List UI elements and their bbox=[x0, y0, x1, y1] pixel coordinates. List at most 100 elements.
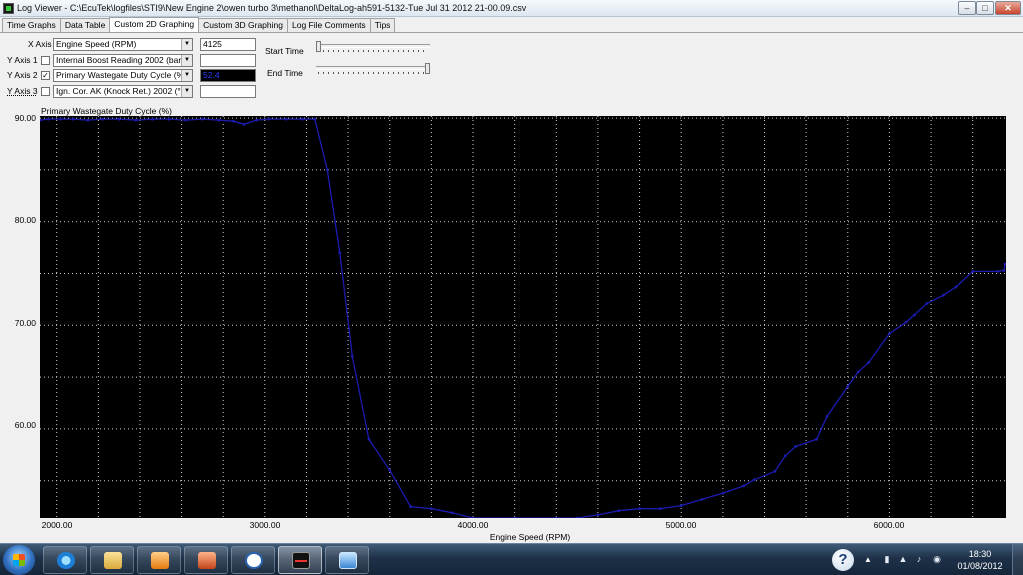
data-point bbox=[913, 313, 916, 317]
y-axis-2-select-value: Primary Wastegate Duty Cycle (%) bbox=[56, 70, 187, 80]
x-tick-label: 2000.00 bbox=[41, 520, 73, 530]
data-point bbox=[201, 117, 204, 121]
minimize-button[interactable]: – bbox=[958, 1, 976, 15]
data-point bbox=[134, 118, 138, 122]
taskbar-file-explorer[interactable] bbox=[90, 546, 134, 574]
data-point bbox=[284, 117, 288, 121]
presentation-icon bbox=[198, 552, 216, 569]
tab-data-table[interactable]: Data Table bbox=[59, 18, 111, 32]
end-time-track bbox=[316, 66, 430, 70]
chevron-down-icon[interactable]: ▼ bbox=[181, 86, 192, 97]
start-time-thumb[interactable] bbox=[316, 41, 321, 52]
start-button-icon[interactable] bbox=[3, 545, 35, 575]
data-point bbox=[794, 445, 798, 448]
tab-custom-2d-graphing[interactable]: Custom 2D Graphing bbox=[109, 17, 200, 32]
x-axis-select[interactable]: Engine Speed (RPM) ▼ bbox=[53, 38, 193, 51]
data-point bbox=[825, 415, 829, 418]
signal-icon[interactable]: ▲ bbox=[898, 554, 908, 565]
y-axis-2-readout: 52.4 bbox=[200, 69, 256, 82]
x-tick-label: 3000.00 bbox=[249, 520, 281, 530]
network-icon[interactable]: ◉ bbox=[932, 554, 942, 565]
data-point bbox=[867, 361, 870, 364]
y-axis-2-checkbox[interactable]: ✓ bbox=[41, 71, 50, 80]
data-point bbox=[1003, 262, 1006, 266]
clock-time: 18:30 bbox=[968, 549, 992, 559]
data-point bbox=[679, 504, 683, 507]
clock[interactable]: 18:30 01/08/2012 bbox=[954, 548, 1006, 572]
chevron-down-icon[interactable]: ▼ bbox=[181, 55, 192, 66]
data-point bbox=[388, 468, 392, 472]
data-point bbox=[232, 119, 236, 123]
data-point bbox=[86, 118, 90, 122]
data-point bbox=[942, 293, 945, 297]
data-point bbox=[554, 516, 558, 518]
y-axis-2-label: Y Axis 2 bbox=[7, 70, 38, 80]
y-axis-1-select[interactable]: Internal Boost Reading 2002 (bar) ▼ bbox=[53, 54, 193, 67]
x-axis-select-value: Engine Speed (RPM) bbox=[56, 39, 137, 49]
data-point bbox=[752, 478, 756, 482]
tab-tips[interactable]: Tips bbox=[369, 18, 396, 32]
chevron-down-icon[interactable]: ▼ bbox=[181, 70, 192, 81]
data-point bbox=[783, 454, 787, 458]
data-point bbox=[846, 385, 850, 388]
x-axis-label: X Axis bbox=[28, 39, 52, 49]
taskbar: ? ▲ ▮ ▲ ♪ ◉ 18:30 01/08/2012 bbox=[0, 543, 1023, 575]
data-point bbox=[742, 484, 746, 488]
chart-plot-area[interactable] bbox=[40, 116, 1006, 518]
data-point bbox=[721, 491, 725, 495]
data-point bbox=[638, 507, 641, 511]
taskbar-media-player[interactable] bbox=[137, 546, 181, 574]
chevron-down-icon[interactable]: ▼ bbox=[181, 39, 192, 50]
taskbar-hp[interactable] bbox=[231, 546, 275, 574]
taskbar-presentation[interactable] bbox=[184, 546, 228, 574]
maximize-button[interactable]: □ bbox=[976, 1, 994, 15]
taskbar-internet-explorer[interactable] bbox=[43, 546, 87, 574]
folder-icon bbox=[104, 552, 122, 569]
taskbar-log-viewer[interactable] bbox=[278, 546, 322, 574]
y-tick-label: 90.00 bbox=[14, 113, 36, 123]
data-point bbox=[996, 270, 1000, 273]
data-point bbox=[367, 437, 371, 441]
data-point bbox=[101, 117, 104, 121]
taskbar-window[interactable] bbox=[325, 546, 369, 574]
hp-icon bbox=[245, 552, 263, 569]
data-point bbox=[325, 168, 329, 172]
tab-log-file-comments[interactable]: Log File Comments bbox=[286, 18, 371, 32]
y-axis-2-select[interactable]: Primary Wastegate Duty Cycle (%) ▼ bbox=[53, 69, 193, 82]
show-desktop-button[interactable] bbox=[1012, 544, 1023, 575]
start-time-slider[interactable] bbox=[312, 41, 430, 55]
clock-date: 01/08/2012 bbox=[957, 561, 1003, 571]
data-point bbox=[350, 355, 354, 358]
chart-title: Primary Wastegate Duty Cycle (%) bbox=[41, 106, 172, 116]
data-point bbox=[815, 437, 818, 441]
data-point bbox=[700, 498, 704, 501]
end-time-ticks bbox=[318, 72, 428, 74]
close-button[interactable]: ✕ bbox=[995, 1, 1021, 15]
data-point bbox=[184, 118, 188, 122]
title-bar: Log Viewer - C:\EcuTek\logfiles\STI9\New… bbox=[0, 0, 1023, 17]
internet-explorer-icon bbox=[57, 552, 75, 569]
y-axis-3-readout bbox=[200, 85, 256, 98]
end-time-label: End Time bbox=[267, 68, 303, 78]
series-line-wastegate-duty bbox=[40, 118, 1006, 518]
device-icon[interactable]: ▮ bbox=[882, 554, 892, 565]
end-time-slider[interactable] bbox=[312, 63, 430, 77]
y-axis-3-checkbox[interactable] bbox=[41, 87, 50, 96]
tab-divider bbox=[0, 32, 1023, 33]
show-hidden-icons-icon[interactable]: ▲ bbox=[864, 555, 872, 564]
tab-custom-3d-graphing[interactable]: Custom 3D Graphing bbox=[198, 18, 288, 32]
tab-time-graphs[interactable]: Time Graphs bbox=[2, 18, 61, 32]
data-point bbox=[217, 118, 221, 122]
data-point bbox=[300, 117, 304, 121]
y-axis-1-checkbox[interactable] bbox=[41, 56, 50, 65]
help-icon[interactable]: ? bbox=[832, 549, 854, 571]
end-time-thumb[interactable] bbox=[425, 63, 430, 74]
data-point bbox=[151, 117, 154, 121]
data-point bbox=[71, 117, 75, 121]
y-tick-label: 70.00 bbox=[14, 318, 36, 328]
volume-icon[interactable]: ♪ bbox=[914, 554, 924, 565]
y-axis-3-select[interactable]: Ign. Cor. AK (Knock Ret.) 2002 (°) ▼ bbox=[53, 85, 193, 98]
data-point bbox=[430, 507, 433, 511]
data-point bbox=[59, 117, 63, 121]
data-point bbox=[40, 118, 42, 122]
